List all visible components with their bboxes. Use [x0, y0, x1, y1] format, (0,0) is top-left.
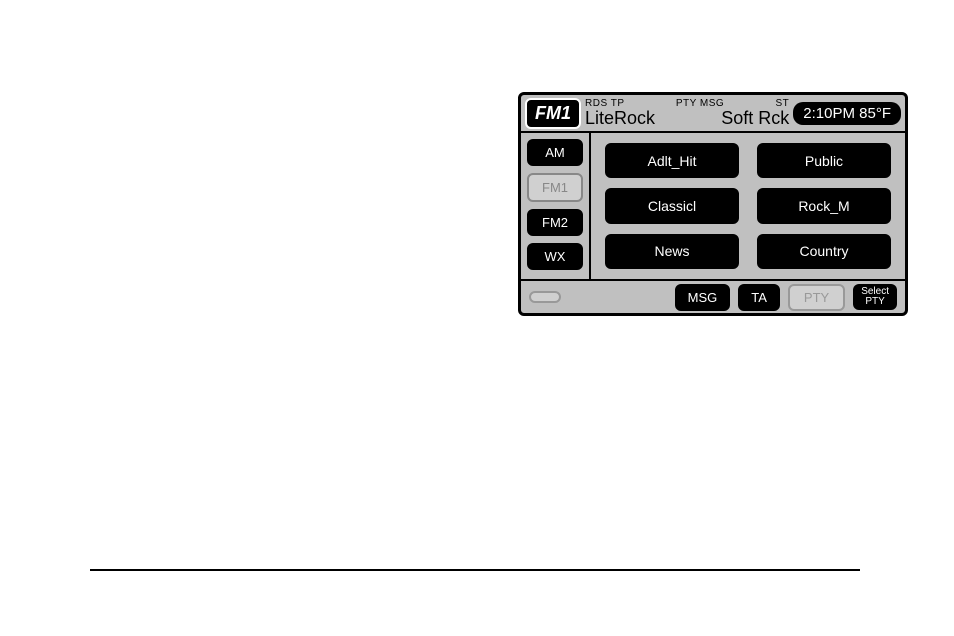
station-name: LiteRock [585, 109, 655, 127]
status-column: RDS TP PTY MSG ST LiteRock Soft Rck [585, 99, 789, 127]
band-wx-button[interactable]: WX [527, 243, 583, 270]
preset-3-button[interactable]: Classicl [605, 188, 739, 223]
band-fm1-button[interactable]: FM1 [527, 173, 583, 202]
ta-button[interactable]: TA [738, 284, 780, 311]
genre-name: Soft Rck [721, 109, 789, 127]
select-pty-button[interactable]: Select PTY [853, 284, 897, 310]
preset-4-button[interactable]: Rock_M [757, 188, 891, 223]
pty-button[interactable]: PTY [788, 284, 845, 311]
band-am-button[interactable]: AM [527, 139, 583, 166]
status-pty-msg: PTY MSG [676, 99, 724, 109]
band-fm2-button[interactable]: FM2 [527, 209, 583, 236]
preset-1-button[interactable]: Adlt_Hit [605, 143, 739, 178]
top-bar: FM1 RDS TP PTY MSG ST LiteRock Soft Rck … [521, 95, 905, 133]
preset-2-button[interactable]: Public [757, 143, 891, 178]
current-band-badge: FM1 [525, 98, 581, 129]
preset-6-button[interactable]: Country [757, 234, 891, 269]
preset-5-button[interactable]: News [605, 234, 739, 269]
bottom-ghost-button-1[interactable] [529, 291, 561, 303]
select-pty-line2: PTY [861, 297, 889, 307]
horizontal-rule [90, 569, 860, 571]
preset-grid: Adlt_Hit Public Classicl Rock_M News Cou… [591, 133, 905, 279]
radio-panel: FM1 RDS TP PTY MSG ST LiteRock Soft Rck … [518, 92, 908, 316]
clock-temperature: 2:10PM 85°F [793, 102, 901, 125]
bottom-bar: MSG TA PTY Select PTY [521, 279, 905, 313]
msg-button[interactable]: MSG [675, 284, 731, 311]
body-area: AM FM1 FM2 WX Adlt_Hit Public Classicl R… [521, 133, 905, 279]
band-selector: AM FM1 FM2 WX [521, 133, 591, 279]
